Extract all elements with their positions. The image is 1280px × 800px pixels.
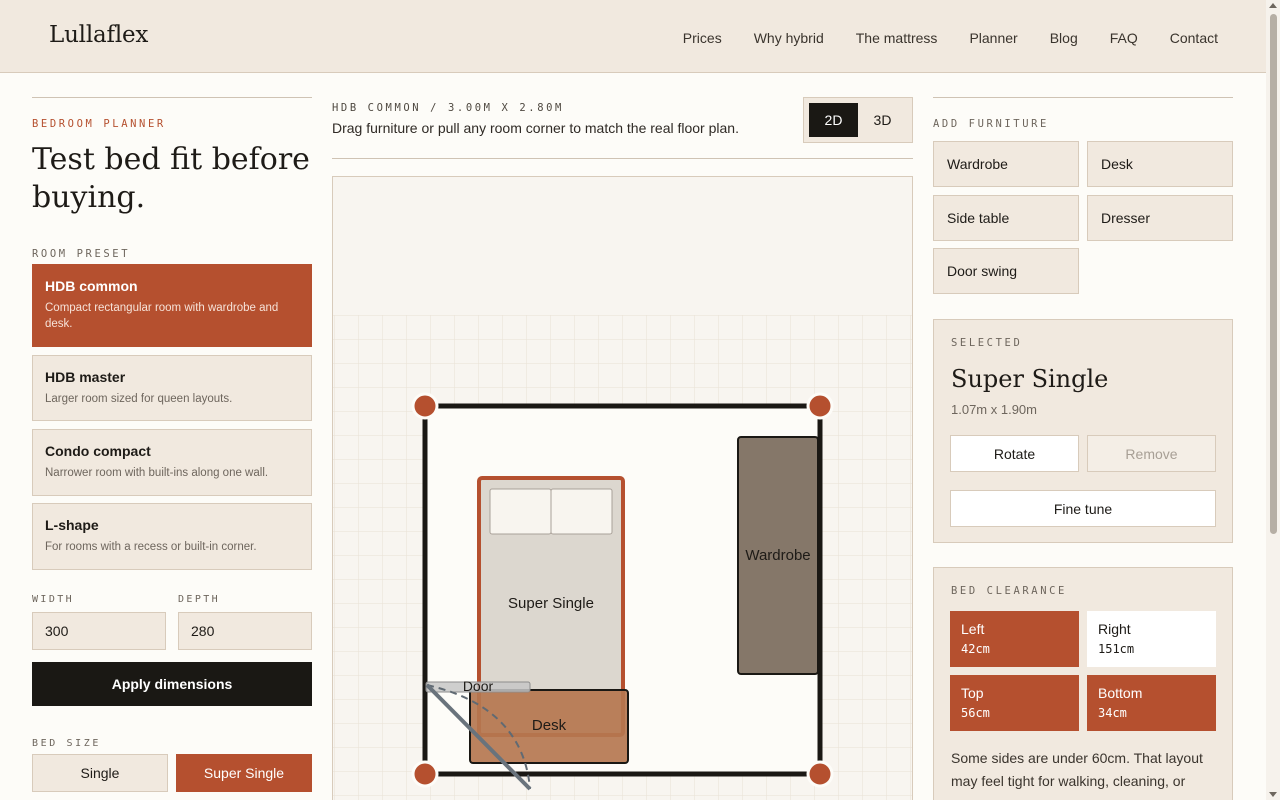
divider [933, 97, 1233, 98]
depth-label: DEPTH [178, 594, 221, 605]
bed-size-single-button[interactable]: Single [32, 754, 168, 792]
site-header: Lullaflex Prices Why hybrid The mattress… [0, 0, 1266, 73]
desk-label: Desk [532, 717, 567, 734]
preset-title: HDB common [45, 278, 138, 294]
selected-item-panel: SELECTED Super Single 1.07m x 1.90m Rota… [933, 319, 1233, 543]
divider [32, 97, 312, 98]
nav-prices[interactable]: Prices [683, 30, 722, 46]
clearance-right-label: Right [1098, 621, 1131, 637]
scroll-down-arrow-icon[interactable] [1269, 792, 1277, 797]
clearance-eyebrow: BED CLEARANCE [951, 585, 1067, 597]
nav-the-mattress[interactable]: The mattress [856, 30, 938, 46]
pillow [550, 488, 613, 535]
wardrobe-label: Wardrobe [745, 547, 810, 564]
preset-description: Larger room sized for queen layouts. [45, 393, 233, 405]
clearance-note: Some sides are under 60cm. That layout m… [951, 750, 1203, 789]
pillow [489, 488, 552, 535]
rotate-button[interactable]: Rotate [950, 435, 1079, 472]
selected-item-dimensions: 1.07m x 1.90m [951, 402, 1037, 417]
main-nav: Prices Why hybrid The mattress Planner B… [651, 30, 1218, 46]
nav-why-hybrid[interactable]: Why hybrid [754, 30, 824, 46]
preset-title: L-shape [45, 517, 99, 533]
wardrobe[interactable]: Wardrobe [737, 436, 819, 675]
depth-input[interactable] [178, 612, 312, 650]
clearance-right: Right 151cm [1087, 611, 1216, 667]
add-desk-button[interactable]: Desk [1087, 141, 1233, 187]
divider [332, 158, 913, 159]
remove-button[interactable]: Remove [1087, 435, 1216, 472]
preset-hdb-master[interactable]: HDB master Larger room sized for queen l… [32, 355, 312, 421]
scroll-thumb[interactable] [1270, 14, 1277, 534]
apply-dimensions-button[interactable]: Apply dimensions [32, 662, 312, 706]
clearance-bottom-label: Bottom [1098, 685, 1143, 701]
floor-plan-canvas[interactable]: Super Single Wardrobe Desk Door [332, 176, 913, 800]
nav-blog[interactable]: Blog [1050, 30, 1078, 46]
corner-handle-bottom-right[interactable] [806, 760, 834, 788]
preset-l-shape[interactable]: L-shape For rooms with a recess or built… [32, 503, 312, 570]
preset-description: For rooms with a recess or built-in corn… [45, 541, 257, 553]
furniture-sidebar: ADD FURNITURE Wardrobe Desk Side table D… [933, 97, 1233, 800]
corner-handle-top-left[interactable] [411, 392, 439, 420]
planner-eyebrow: BEDROOM PLANNER [32, 118, 166, 130]
preset-condo-compact[interactable]: Condo compact Narrower room with built-i… [32, 429, 312, 496]
logo[interactable]: Lullaflex [49, 22, 148, 48]
clearance-left: Left 42cm [950, 611, 1079, 667]
view-toggle: 2D 3D [803, 97, 913, 143]
bed-clearance-panel: BED CLEARANCE Left 42cm Right 151cm Top … [933, 567, 1233, 800]
preset-title: HDB master [45, 369, 126, 385]
planner-sidebar: BEDROOM PLANNER Test bed fit before buyi… [32, 97, 312, 792]
clearance-top: Top 56cm [950, 675, 1079, 731]
width-label: WIDTH [32, 594, 75, 605]
room-eyebrow: HDB COMMON / 3.00M X 2.80M [332, 102, 564, 114]
preset-title: Condo compact [45, 443, 151, 459]
preset-description: Compact rectangular room with wardrobe a… [45, 302, 279, 330]
clearance-top-value: 56cm [961, 706, 990, 720]
width-input[interactable] [32, 612, 166, 650]
add-door-swing-button[interactable]: Door swing [933, 248, 1079, 294]
bed-size-eyebrow: BED SIZE [32, 738, 101, 749]
bed-label: Super Single [508, 595, 594, 612]
clearance-bottom-value: 34cm [1098, 706, 1127, 720]
view-2d-button[interactable]: 2D [809, 103, 858, 137]
nav-faq[interactable]: FAQ [1110, 30, 1138, 46]
floor-plan-svg: Super Single Wardrobe Desk Door [333, 315, 912, 800]
view-3d-button[interactable]: 3D [858, 103, 907, 137]
door-label: Door [463, 678, 494, 694]
nav-planner[interactable]: Planner [969, 30, 1017, 46]
room-instructions: Drag furniture or pull any room corner t… [332, 120, 739, 136]
bed-size-super-single-button[interactable]: Super Single [176, 754, 312, 792]
preset-description: Narrower room with built-ins along one w… [45, 467, 269, 479]
nav-contact[interactable]: Contact [1170, 30, 1218, 46]
clearance-bottom: Bottom 34cm [1087, 675, 1216, 731]
clearance-left-label: Left [961, 621, 985, 637]
add-wardrobe-button[interactable]: Wardrobe [933, 141, 1079, 187]
page-scrollbar[interactable] [1266, 0, 1280, 800]
fine-tune-button[interactable]: Fine tune [950, 490, 1216, 527]
selected-item-title: Super Single [951, 365, 1109, 393]
add-furniture-eyebrow: ADD FURNITURE [933, 118, 1049, 130]
preset-hdb-common[interactable]: HDB common Compact rectangular room with… [32, 264, 312, 347]
selected-eyebrow: SELECTED [951, 337, 1023, 349]
clearance-left-value: 42cm [961, 642, 990, 656]
clearance-right-value: 151cm [1098, 642, 1135, 656]
corner-handle-bottom-left[interactable] [411, 760, 439, 788]
scroll-up-arrow-icon[interactable] [1269, 3, 1277, 8]
corner-handle-top-right[interactable] [806, 392, 834, 420]
clearance-top-label: Top [961, 685, 984, 701]
page-title: Test bed fit before buying. [32, 142, 310, 215]
add-dresser-button[interactable]: Dresser [1087, 195, 1233, 241]
room-preset-eyebrow: ROOM PRESET [32, 248, 131, 260]
add-side-table-button[interactable]: Side table [933, 195, 1079, 241]
